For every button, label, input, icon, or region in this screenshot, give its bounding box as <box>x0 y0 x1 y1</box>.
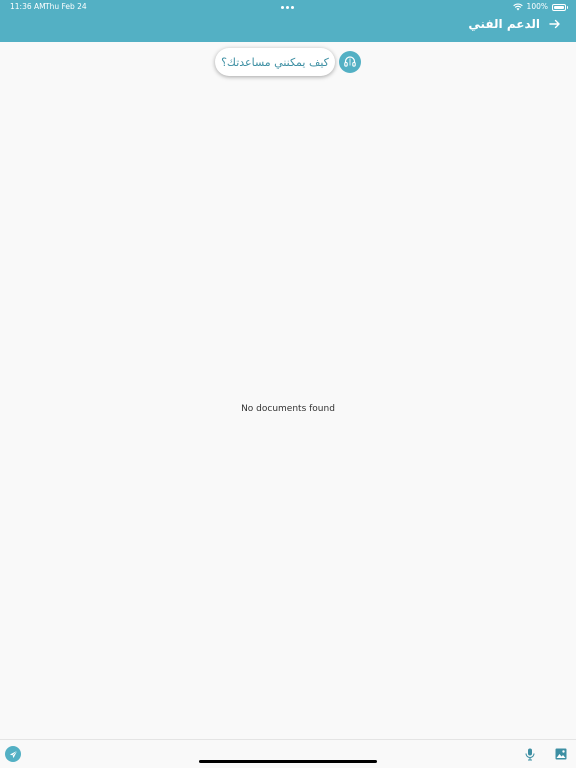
greeting-bubble: كيف يمكنني مساعدتك؟ <box>215 48 335 76</box>
arrow-right-icon <box>549 19 560 29</box>
page-title: الدعم الفني <box>468 17 540 31</box>
home-indicator[interactable] <box>199 760 377 763</box>
microphone-icon <box>525 748 535 761</box>
support-avatar <box>339 51 361 73</box>
status-date: Thu Feb 24 <box>45 2 87 11</box>
battery-icon <box>552 3 568 11</box>
send-button[interactable] <box>5 746 21 762</box>
back-button[interactable] <box>548 17 562 31</box>
support-chat-screen: 11:36 AM Thu Feb 24 100% الدعم الفني كيف… <box>0 0 576 768</box>
wifi-icon <box>512 3 523 11</box>
headset-icon <box>344 56 356 67</box>
assistant-greeting: كيف يمكنني مساعدتك؟ <box>215 47 361 77</box>
nav-row: الدعم الفني <box>468 14 562 34</box>
app-header: 11:36 AM Thu Feb 24 100% الدعم الفني <box>0 0 576 42</box>
multitasking-dots-icon[interactable] <box>281 6 294 9</box>
battery-percent: 100% <box>526 2 548 11</box>
image-button[interactable] <box>554 746 568 762</box>
status-time: 11:36 AM <box>10 2 46 11</box>
empty-state-message: No documents found <box>241 404 335 414</box>
status-indicators: 100% <box>512 0 568 14</box>
message-toolbar <box>0 739 576 768</box>
send-icon <box>9 750 17 758</box>
microphone-button[interactable] <box>523 746 537 762</box>
image-icon <box>555 748 567 760</box>
status-bar: 11:36 AM Thu Feb 24 100% <box>0 0 576 14</box>
